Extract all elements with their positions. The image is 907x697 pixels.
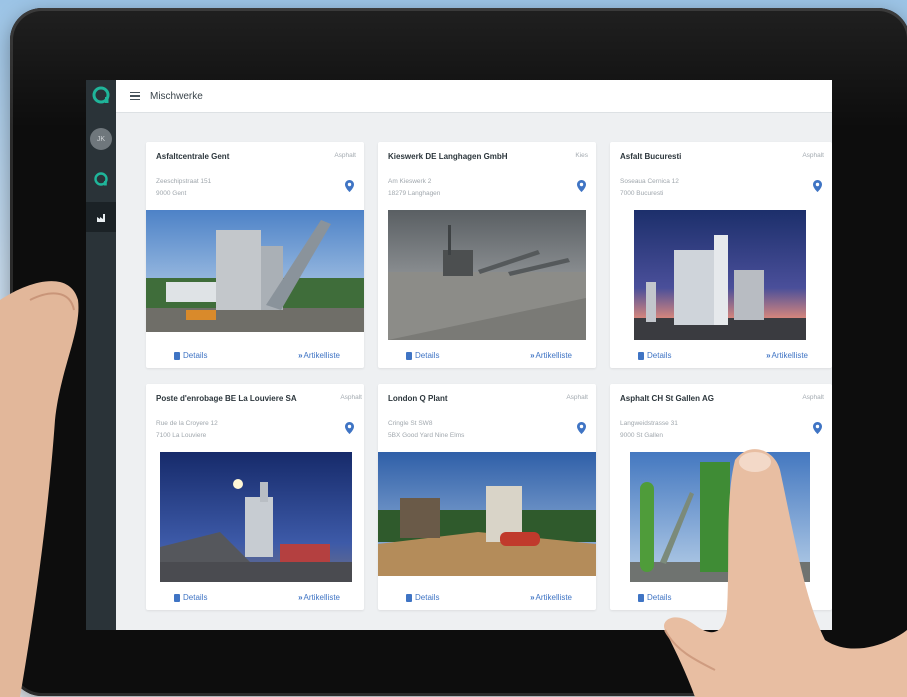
double-chevron-right-icon: » bbox=[766, 351, 771, 360]
plant-name: Poste d'enrobage BE La Louviere SA bbox=[156, 394, 297, 403]
app-switch-icon[interactable] bbox=[92, 170, 110, 188]
double-chevron-right-icon: » bbox=[298, 351, 303, 360]
plant-type: Kies bbox=[575, 152, 588, 159]
map-pin-icon[interactable] bbox=[813, 422, 822, 434]
plant-street: Cringle St SW8 bbox=[388, 420, 433, 427]
double-chevron-right-icon: » bbox=[530, 351, 535, 360]
plant-street: Soseaua Cernica 12 bbox=[620, 178, 679, 185]
plant-city: 9000 St Gallen bbox=[620, 432, 664, 439]
plant-card: Kieswerk DE Langhagen GmbH Kies Am Kiesw… bbox=[378, 142, 596, 368]
article-list-label: Artikelliste bbox=[771, 351, 808, 360]
details-label: Details bbox=[647, 351, 672, 360]
map-pin-icon[interactable] bbox=[345, 422, 354, 434]
plant-photo[interactable] bbox=[630, 452, 810, 582]
plant-photo[interactable] bbox=[378, 452, 596, 576]
plant-type: Asphalt bbox=[334, 152, 356, 159]
details-button[interactable]: Details bbox=[406, 351, 439, 360]
plant-card: Poste d'enrobage BE La Louviere SA Aspha… bbox=[146, 384, 364, 610]
user-avatar[interactable]: JK bbox=[90, 128, 112, 150]
plant-street: Langweidstrasse 31 bbox=[620, 420, 678, 427]
article-list-button[interactable]: » Artikelliste bbox=[530, 593, 572, 602]
sidebar-item-plants[interactable] bbox=[86, 202, 116, 232]
plant-city: 18279 Langhagen bbox=[388, 190, 441, 197]
map-pin-icon[interactable] bbox=[577, 422, 586, 434]
plant-name: Kieswerk DE Langhagen GmbH bbox=[388, 152, 508, 161]
article-list-label: Artikelliste bbox=[303, 593, 340, 602]
details-button[interactable]: Details bbox=[174, 593, 207, 602]
article-list-button[interactable]: » Artikelliste bbox=[766, 351, 808, 360]
double-chevron-right-icon: » bbox=[766, 593, 771, 602]
document-icon bbox=[406, 593, 412, 602]
article-list-label: Artikelliste bbox=[303, 351, 340, 360]
article-list-button[interactable]: » Artikelliste bbox=[530, 351, 572, 360]
document-icon bbox=[174, 593, 180, 602]
plant-card: London Q Plant Asphalt Cringle St SW8 5B… bbox=[378, 384, 596, 610]
double-chevron-right-icon: » bbox=[530, 593, 535, 602]
plant-type: Asphalt bbox=[802, 394, 824, 401]
page-title: Mischwerke bbox=[150, 90, 203, 102]
plant-name: Asfalt Bucuresti bbox=[620, 152, 682, 161]
plant-card: Asphalt CH St Gallen AG Asphalt Langweid… bbox=[610, 384, 832, 610]
details-button[interactable]: Details bbox=[638, 351, 671, 360]
plant-street: Zeeschipstraat 151 bbox=[156, 178, 212, 185]
details-button[interactable]: Details bbox=[406, 593, 439, 602]
details-label: Details bbox=[415, 351, 440, 360]
document-icon bbox=[638, 351, 644, 360]
plant-type: Asphalt bbox=[566, 394, 588, 401]
plant-type: Asphalt bbox=[802, 152, 824, 159]
details-button[interactable]: Details bbox=[174, 351, 207, 360]
plant-photo[interactable] bbox=[146, 210, 364, 332]
map-pin-icon[interactable] bbox=[577, 180, 586, 192]
plant-photo[interactable] bbox=[160, 452, 352, 582]
plant-street: Am Kieswerk 2 bbox=[388, 178, 432, 185]
plant-name: London Q Plant bbox=[388, 394, 448, 403]
details-label: Details bbox=[183, 351, 208, 360]
brand-logo-icon[interactable] bbox=[90, 84, 112, 106]
details-button[interactable]: Details bbox=[638, 593, 671, 602]
plant-type: Asphalt bbox=[340, 394, 362, 401]
details-label: Details bbox=[647, 593, 672, 602]
top-bar: Mischwerke bbox=[116, 80, 832, 113]
document-icon bbox=[406, 351, 412, 360]
map-pin-icon[interactable] bbox=[345, 180, 354, 192]
map-pin-icon[interactable] bbox=[813, 180, 822, 192]
plant-card: Asfaltcentrale Gent Asphalt Zeeschipstra… bbox=[146, 142, 364, 368]
plant-city: 9000 Gent bbox=[156, 190, 187, 197]
plant-photo[interactable] bbox=[388, 210, 586, 340]
plant-name: Asfaltcentrale Gent bbox=[156, 152, 230, 161]
document-icon bbox=[638, 593, 644, 602]
article-list-button[interactable]: » Artikelliste bbox=[298, 351, 340, 360]
factory-icon bbox=[96, 213, 105, 222]
article-list-label: Artikelliste bbox=[771, 593, 808, 602]
hamburger-icon[interactable] bbox=[130, 91, 140, 101]
plant-city: 5BX Good Yard Nine Elms bbox=[388, 432, 465, 439]
plant-city: 7000 Bucuresti bbox=[620, 190, 664, 197]
plant-name: Asphalt CH St Gallen AG bbox=[620, 394, 714, 403]
article-list-label: Artikelliste bbox=[535, 593, 572, 602]
plant-card: Asfalt Bucuresti Asphalt Soseaua Cernica… bbox=[610, 142, 832, 368]
article-list-button[interactable]: » Artikelliste bbox=[766, 593, 808, 602]
double-chevron-right-icon: » bbox=[298, 593, 303, 602]
sidebar: JK bbox=[86, 80, 116, 630]
details-label: Details bbox=[183, 593, 208, 602]
plant-street: Rue de la Croyere 12 bbox=[156, 420, 218, 427]
plant-city: 7100 La Louviere bbox=[156, 432, 207, 439]
details-label: Details bbox=[415, 593, 440, 602]
app-screen: JK Mischwerke Asfaltcentrale Gent Asphal… bbox=[86, 80, 832, 630]
article-list-button[interactable]: » Artikelliste bbox=[298, 593, 340, 602]
document-icon bbox=[174, 351, 180, 360]
article-list-label: Artikelliste bbox=[535, 351, 572, 360]
plant-photo[interactable] bbox=[634, 210, 806, 340]
